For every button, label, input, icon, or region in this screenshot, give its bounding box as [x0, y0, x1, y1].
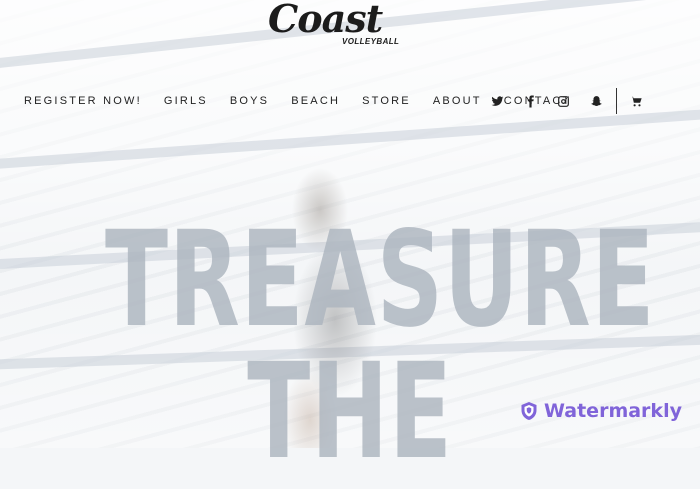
nav-item-girls[interactable]: GIRLS: [164, 95, 208, 107]
snapchat-icon[interactable]: [587, 92, 605, 110]
brand-logo-subtitle: VOLLEYBALL: [342, 37, 400, 46]
facebook-icon[interactable]: [521, 92, 539, 110]
nav-item-boys[interactable]: BOYS: [230, 95, 269, 107]
cart-icon[interactable]: [627, 92, 645, 110]
social-and-cart-icons: [488, 88, 660, 114]
brand-logo[interactable]: Coast VOLLEYBALL: [268, 0, 400, 52]
nav-item-register[interactable]: REGISTER NOW!: [24, 95, 142, 107]
nav-item-store[interactable]: STORE: [362, 95, 411, 107]
nav-divider: [616, 88, 617, 114]
watermark-text: Watermarkly: [544, 400, 682, 422]
brand-logo-wordmark: Coast: [268, 0, 383, 41]
instagram-icon[interactable]: [554, 92, 572, 110]
hero-headline-line-1: TREASURE: [105, 203, 656, 357]
shield-icon: [521, 402, 537, 420]
watermark: Watermarkly: [520, 400, 682, 422]
nav-item-about[interactable]: ABOUT: [433, 95, 482, 107]
nav-item-beach[interactable]: BEACH: [291, 95, 340, 107]
hero-headline: TREASURE THE: [0, 200, 700, 478]
twitter-icon[interactable]: [488, 92, 506, 110]
